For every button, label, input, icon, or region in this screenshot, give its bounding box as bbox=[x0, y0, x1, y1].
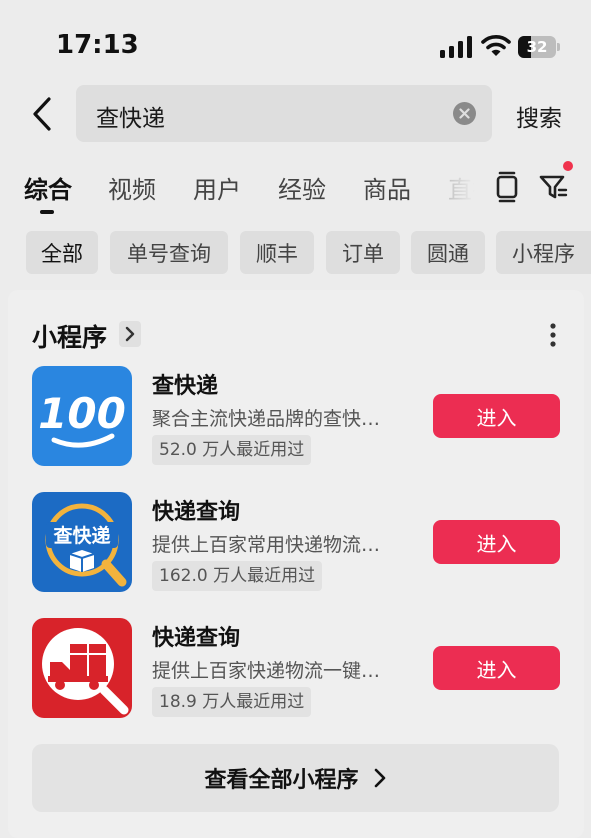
app-name: 查快递 bbox=[152, 374, 219, 399]
back-button[interactable] bbox=[22, 92, 62, 136]
clear-icon[interactable] bbox=[453, 102, 476, 125]
close-icon bbox=[459, 108, 470, 119]
battery-icon: 32 bbox=[518, 36, 560, 58]
svg-text:查快递: 查快递 bbox=[52, 524, 110, 547]
chevron-left-icon bbox=[33, 97, 51, 131]
enter-button[interactable]: 进入 bbox=[433, 520, 560, 564]
wifi-icon bbox=[481, 35, 511, 56]
tab-products[interactable]: 商品 bbox=[363, 170, 411, 205]
search-button[interactable]: 搜索 bbox=[516, 99, 562, 133]
chip-sf[interactable]: 顺丰 bbox=[240, 231, 314, 274]
list-item[interactable]: 查快递 快递查询 提供上百家常用快递物流… 162.0 万人最近用过 进入 bbox=[0, 492, 591, 592]
search-input[interactable]: 查快递 bbox=[76, 85, 492, 142]
app-name: 快递查询 bbox=[152, 626, 241, 651]
app-description: 提供上百家常用快递物流… bbox=[152, 534, 381, 556]
chip-yto[interactable]: 圆通 bbox=[411, 231, 485, 274]
recent-users-badge: 162.0 万人最近用过 bbox=[152, 561, 323, 591]
app-description: 聚合主流快递品牌的查快… bbox=[152, 408, 381, 430]
package-search-icon: 查快递 bbox=[32, 492, 132, 592]
filter-button[interactable] bbox=[536, 168, 570, 204]
search-query[interactable]: 查快递 bbox=[96, 99, 165, 133]
status-time: 17:13 bbox=[56, 30, 139, 60]
active-tab-indicator bbox=[40, 210, 54, 214]
tab-experience[interactable]: 经验 bbox=[278, 170, 326, 205]
view-all-mini-programs-button[interactable]: 查看全部小程序 bbox=[32, 744, 559, 812]
recent-users-badge: 18.9 万人最近用过 bbox=[152, 687, 312, 717]
tab-bar: 综合 视频 用户 经验 商品 直播 bbox=[0, 162, 591, 222]
view-all-label: 查看全部小程序 bbox=[204, 768, 359, 793]
chip-orders[interactable]: 订单 bbox=[326, 231, 400, 274]
truck-search-icon bbox=[32, 618, 132, 718]
chevron-right-icon bbox=[374, 768, 385, 788]
chevron-right-icon bbox=[125, 326, 135, 342]
layout-icon bbox=[496, 171, 518, 203]
list-item[interactable]: 快递查询 提供上百家快递物流一键… 18.9 万人最近用过 进入 bbox=[0, 618, 591, 718]
tab-users[interactable]: 用户 bbox=[193, 170, 241, 205]
layout-toggle-button[interactable] bbox=[490, 168, 524, 204]
chip-tracking-number[interactable]: 单号查询 bbox=[110, 231, 228, 274]
section-title[interactable]: 小程序 bbox=[32, 318, 107, 354]
enter-button[interactable]: 进入 bbox=[433, 646, 560, 690]
tab-comprehensive[interactable]: 综合 bbox=[24, 170, 72, 205]
recent-users-badge: 52.0 万人最近用过 bbox=[152, 435, 312, 465]
section-more-button[interactable] bbox=[119, 321, 141, 347]
notification-dot bbox=[563, 161, 573, 171]
more-options-icon[interactable] bbox=[540, 322, 566, 348]
enter-button[interactable]: 进入 bbox=[433, 394, 560, 438]
battery-level: 32 bbox=[526, 38, 548, 56]
cellular-signal-icon bbox=[440, 36, 472, 58]
tab-video[interactable]: 视频 bbox=[108, 170, 156, 205]
app-name: 快递查询 bbox=[152, 500, 241, 525]
status-bar: 17:13 32 bbox=[0, 0, 591, 90]
svg-text:100: 100 bbox=[38, 389, 126, 438]
filter-icon bbox=[539, 175, 568, 199]
chip-mini-program[interactable]: 小程序 bbox=[496, 231, 591, 274]
chip-all[interactable]: 全部 bbox=[26, 231, 98, 274]
100-logo-icon: 100 bbox=[32, 366, 132, 466]
list-item[interactable]: 100 查快递 聚合主流快递品牌的查快… 52.0 万人最近用过 进入 bbox=[0, 366, 591, 466]
app-description: 提供上百家快递物流一键… bbox=[152, 660, 381, 682]
